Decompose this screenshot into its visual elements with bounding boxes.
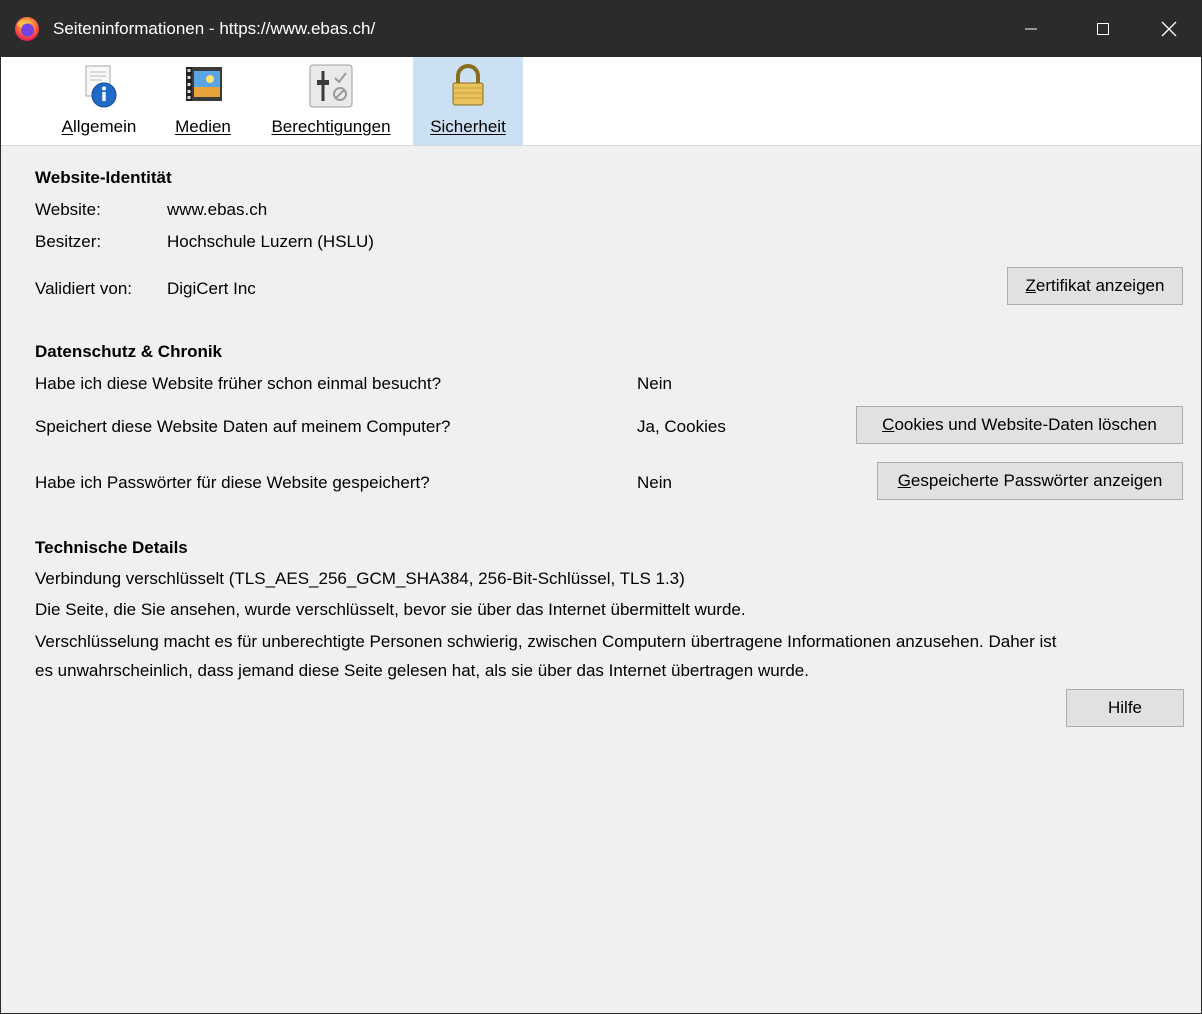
tab-label: Sicherheit (430, 117, 506, 136)
technical-heading: Technische Details (35, 538, 188, 557)
tab-medien[interactable]: Medien (163, 57, 243, 145)
tab-sicherheit[interactable]: Sicherheit (413, 57, 523, 145)
tab-label: Medien (175, 117, 231, 136)
view-certificate-button[interactable]: Zertifikat anzeigen (1007, 267, 1183, 305)
view-passwords-button[interactable]: Gespeicherte Passwörter anzeigen (877, 462, 1183, 500)
security-panel: Website-Identität Website: www.ebas.ch B… (1, 146, 1201, 1013)
identity-heading: Website-Identität (35, 168, 172, 187)
verifier-label: Validiert von: (35, 279, 133, 298)
encryption-description: Die Seite, die Sie ansehen, wurde versch… (35, 600, 746, 619)
owner-value: Hochschule Luzern (HSLU) (167, 232, 374, 251)
verifier-value: DigiCert Inc (167, 279, 256, 298)
tab-berechtigungen[interactable]: Berechtigungen (257, 57, 405, 145)
tab-allgemein[interactable]: Allgemein (49, 57, 149, 145)
cookies-question: Speichert diese Website Daten auf meinem… (35, 417, 451, 436)
visited-question: Habe ich diese Website früher schon einm… (35, 374, 442, 393)
owner-label: Besitzer: (35, 232, 102, 251)
maximize-icon (1097, 23, 1109, 35)
passwords-question: Habe ich Passwörter für diese Website ge… (35, 473, 430, 492)
encryption-details: Verbindung verschlüsselt (TLS_AES_256_GC… (35, 569, 685, 588)
window-title: Seiteninformationen - https://www.ebas.c… (53, 19, 376, 38)
website-label: Website: (35, 200, 101, 219)
passwords-answer: Nein (637, 473, 672, 492)
close-button[interactable] (1137, 1, 1201, 57)
tab-toolbar: Allgemein Medien Berechtigungen Sicherhe… (1, 57, 1201, 146)
title-bar[interactable]: Seiteninformationen - https://www.ebas.c… (1, 1, 1201, 57)
encryption-explanation-line-2: es unwahrscheinlich, dass jemand diese S… (35, 661, 809, 680)
maximize-button[interactable] (1067, 1, 1139, 57)
media-icon (186, 67, 222, 101)
cookies-answer: Ja, Cookies (637, 417, 726, 436)
minimize-icon (1025, 28, 1037, 30)
firefox-icon (15, 17, 39, 41)
permissions-icon (309, 64, 353, 108)
visited-answer: Nein (637, 374, 672, 393)
help-button[interactable]: Hilfe (1066, 689, 1184, 727)
info-icon (85, 65, 117, 108)
website-value: www.ebas.ch (167, 200, 268, 219)
lock-icon (452, 64, 484, 106)
tab-label: Allgemein (61, 117, 137, 136)
encryption-explanation-line-1: Verschlüsselung macht es für unberechtig… (35, 632, 1057, 651)
privacy-heading: Datenschutz & Chronik (35, 342, 223, 361)
minimize-button[interactable] (995, 1, 1067, 57)
clear-cookies-button[interactable]: Cookies und Website-Daten löschen (856, 406, 1183, 444)
tab-label: Berechtigungen (271, 117, 391, 136)
page-info-window: Seiteninformationen - https://www.ebas.c… (0, 0, 1202, 1014)
close-icon (1161, 21, 1177, 37)
